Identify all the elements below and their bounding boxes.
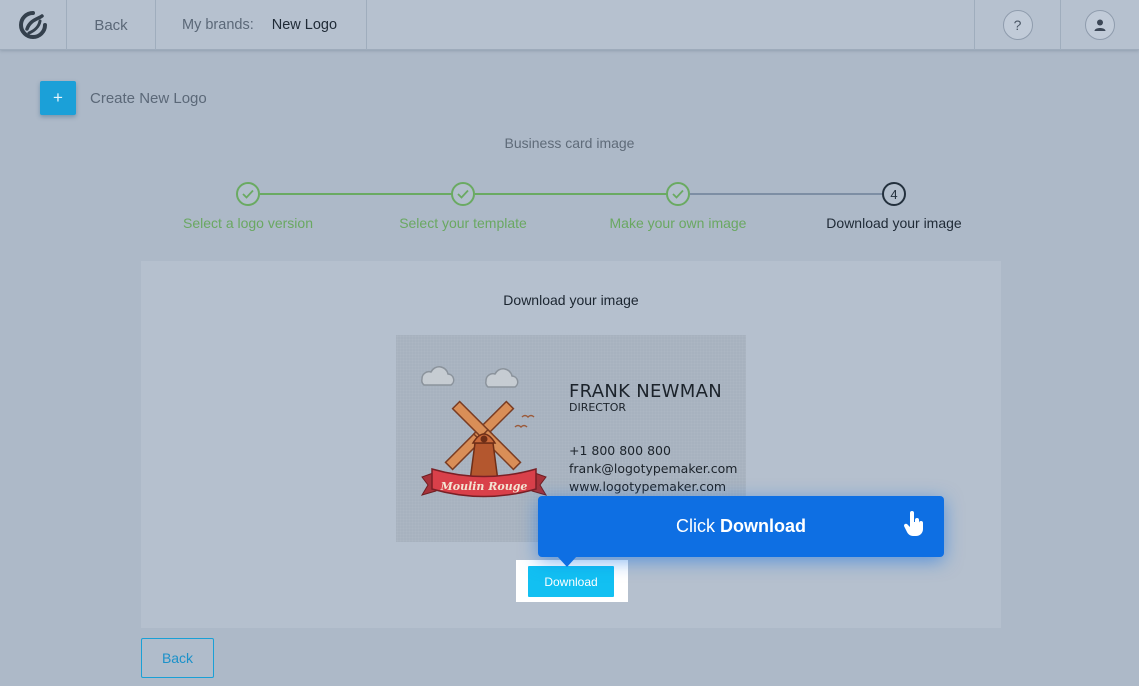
back-button[interactable]: Back	[141, 638, 214, 678]
step-connector	[260, 193, 452, 195]
user-icon	[1094, 19, 1106, 31]
step-1-label[interactable]: Select a logo version	[138, 215, 358, 231]
app-logo-icon	[19, 11, 47, 39]
step-4-indicator: 4	[882, 182, 906, 206]
tooltip-action: Download	[720, 516, 806, 536]
check-icon	[242, 189, 254, 199]
step-4-number: 4	[890, 186, 898, 202]
step-3-indicator[interactable]	[666, 182, 690, 206]
step-connector	[475, 193, 667, 195]
section-title: Business card image	[504, 135, 635, 151]
check-icon	[672, 189, 684, 199]
brand-selector[interactable]: My brands: New Logo	[156, 0, 366, 50]
logo-text: Moulin Rouge	[440, 480, 528, 493]
click-download-tooltip: Click Download	[538, 496, 944, 557]
create-new-logo-button[interactable]: +	[40, 81, 76, 115]
download-panel: Download your image Moulin Rouge FRANK N…	[141, 261, 1001, 628]
create-new-logo-label[interactable]: Create New Logo	[90, 90, 207, 107]
app-logo[interactable]	[0, 0, 66, 50]
download-button[interactable]: Download	[528, 566, 614, 597]
step-2-label[interactable]: Select your template	[353, 215, 573, 231]
tooltip-arrow	[557, 556, 577, 567]
brand-name[interactable]: New Logo	[272, 17, 337, 33]
help-cell: ?	[975, 0, 1060, 50]
tooltip-prefix: Click	[676, 516, 715, 536]
step-2-indicator[interactable]	[451, 182, 475, 206]
header-back-button[interactable]: Back	[67, 0, 155, 50]
help-button[interactable]: ?	[1002, 10, 1033, 40]
help-icon: ?	[1013, 17, 1022, 33]
panel-title: Download your image	[503, 292, 639, 308]
card-name: FRANK NEWMAN	[569, 381, 722, 402]
plus-icon: +	[53, 88, 63, 107]
hand-pointer-icon	[903, 511, 923, 536]
divider	[366, 0, 367, 50]
step-4-label: Download your image	[826, 215, 962, 231]
card-website: www.logotypemaker.com	[569, 479, 727, 494]
top-bar: Back My brands: New Logo ?	[0, 0, 1139, 50]
step-3-label[interactable]: Make your own image	[568, 215, 788, 231]
brands-label: My brands:	[182, 17, 254, 33]
step-1-indicator[interactable]	[236, 182, 260, 206]
card-phone: +1 800 800 800	[569, 443, 671, 458]
step-connector	[690, 193, 882, 195]
check-icon	[457, 189, 469, 199]
card-role: DIRECTOR	[569, 401, 627, 414]
user-cell	[1061, 0, 1139, 50]
windmill-logo-icon: Moulin Rouge	[420, 366, 548, 498]
card-email: frank@logotypemaker.com	[569, 461, 738, 476]
user-button[interactable]	[1085, 10, 1115, 40]
